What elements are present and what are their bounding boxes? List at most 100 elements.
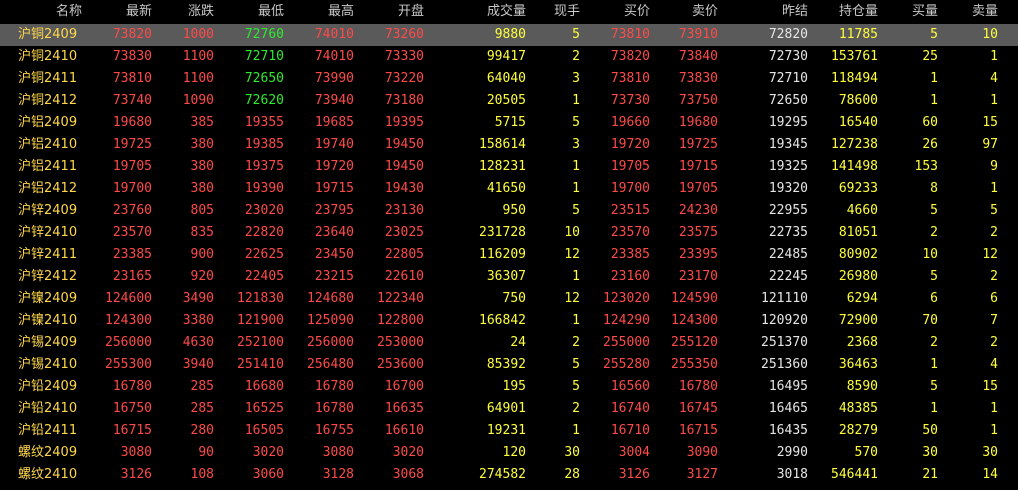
cell-vol: 20505 [486, 93, 526, 108]
cell-chg: 835 [190, 225, 214, 240]
table-row[interactable]: 沪铅2410 16750 285 16525 16780 16635 64901 2 16740… [0, 398, 1018, 420]
cell-bidv: 1 [930, 401, 938, 416]
cell-oi: 4660 [846, 203, 878, 218]
column-header[interactable]: 持仓量 [810, 0, 878, 24]
table-row[interactable]: 沪锌2409 23760 805 23020 23795 23130 950 5 23515 24… [0, 200, 1018, 222]
table-row[interactable]: 沪镍2409 124600 3490 121830 124680 122340 750 12 1… [0, 288, 1018, 310]
cell-last: 16715 [112, 423, 152, 438]
table-row[interactable]: 沪锡2409 256000 4630 252100 256000 253000 24 2 255… [0, 332, 1018, 354]
column-header[interactable]: 最新 [90, 0, 152, 24]
cell-name: 沪铜2411 [18, 71, 78, 86]
cell-name: 沪镍2410 [18, 313, 78, 328]
table-row[interactable]: 沪铜2410 73830 1100 72710 74010 73330 99417 2 7382… [0, 46, 1018, 68]
cell-bidv: 5 [930, 203, 938, 218]
cell-askv: 97 [982, 137, 998, 152]
cell-bidv: 1 [930, 71, 938, 86]
cell-askv: 30 [982, 445, 998, 460]
cell-bidv: 5 [930, 269, 938, 284]
cell-oi: 118494 [831, 71, 878, 86]
cell-name: 螺纹2409 [18, 445, 78, 460]
column-header[interactable]: 最低 [216, 0, 284, 24]
cell-name: 沪锡2410 [18, 357, 78, 372]
cell-ask: 24230 [678, 203, 718, 218]
column-header[interactable]: 昨结 [720, 0, 808, 24]
cell-vol: 24 [510, 335, 526, 350]
cell-ask: 255350 [671, 357, 718, 372]
cell-oi: 8590 [846, 379, 878, 394]
cell-oi: 141498 [831, 159, 878, 174]
cell-prev: 3018 [776, 467, 808, 482]
column-header[interactable]: 卖价 [652, 0, 718, 24]
table-row[interactable]: 螺纹2410 3126 108 3060 3128 3068 274582 28 3126 312… [0, 464, 1018, 486]
cell-askv: 1 [990, 93, 998, 108]
cell-high: 73940 [314, 93, 354, 108]
cell-oi: 570 [854, 445, 878, 460]
cell-cur: 3 [572, 137, 580, 152]
table-row[interactable]: 沪锌2411 23385 900 22625 23450 22805 116209 12 233… [0, 244, 1018, 266]
column-header[interactable]: 成交量 [426, 0, 526, 24]
cell-chg: 1090 [182, 93, 214, 108]
table-row[interactable]: 沪锌2410 23570 835 22820 23640 23025 231728 10 235… [0, 222, 1018, 244]
cell-cur: 5 [572, 27, 580, 42]
cell-bid: 124290 [603, 313, 650, 328]
table-row[interactable]: 沪铜2411 73810 1100 72650 73990 73220 64040 3 7381… [0, 68, 1018, 90]
column-header[interactable]: 买价 [582, 0, 650, 24]
cell-low: 19390 [244, 181, 284, 196]
cell-bid: 255280 [603, 357, 650, 372]
cell-open: 22610 [384, 269, 424, 284]
cell-low: 19385 [244, 137, 284, 152]
column-header[interactable]: 现手 [528, 0, 580, 24]
cell-name: 沪铝2410 [18, 137, 78, 152]
cell-bidv: 21 [922, 467, 938, 482]
cell-last: 124300 [105, 313, 152, 328]
cell-high: 23215 [314, 269, 354, 284]
table-row[interactable]: 沪铅2411 16715 280 16505 16755 16610 19231 1 16710… [0, 420, 1018, 442]
table-row[interactable]: 沪镍2410 124300 3380 121900 125090 122800 166842… [0, 310, 1018, 332]
table-row[interactable]: 沪铝2411 19705 380 19375 19720 19450 128231 1 1970… [0, 156, 1018, 178]
cell-open: 3020 [392, 445, 424, 460]
column-header[interactable]: 开盘 [356, 0, 424, 24]
cell-bidv: 2 [930, 335, 938, 350]
table-row[interactable]: 沪铜2412 73740 1090 72620 73940 73180 20505 1 7373… [0, 90, 1018, 112]
cell-high: 23450 [314, 247, 354, 262]
table-header: 名称 最新 涨跌 最低 最高 开盘 成交量 现手 买价 卖价 昨结 持仓量 买量 卖量 [0, 0, 1018, 24]
column-header[interactable]: 最高 [286, 0, 354, 24]
cell-cur: 3 [572, 71, 580, 86]
table-row[interactable]: 沪铜2409 73820 1000 72760 74010 73260 9880 5 73810… [0, 24, 1018, 46]
table-row[interactable]: 沪铝2410 19725 380 19385 19740 19450 158614 3 1972… [0, 134, 1018, 156]
table-row[interactable]: 螺纹2409 3080 90 3020 3080 3020 120 30 3004 3090 299… [0, 442, 1018, 464]
table-row[interactable]: 沪铅2409 16780 285 16680 16780 16700 195 5 16560 16… [0, 376, 1018, 398]
column-header[interactable]: 买量 [880, 0, 938, 24]
cell-bid: 73810 [610, 27, 650, 42]
cell-chg: 285 [190, 379, 214, 394]
column-header[interactable]: 涨跌 [154, 0, 214, 24]
cell-prev: 22485 [768, 247, 808, 262]
cell-prev: 72650 [768, 93, 808, 108]
column-header[interactable]: 卖量 [940, 0, 998, 24]
cell-oi: 80902 [838, 247, 878, 262]
cell-vol: 85392 [486, 357, 526, 372]
cell-low: 72710 [244, 49, 284, 64]
cell-chg: 805 [190, 203, 214, 218]
cell-low: 22625 [244, 247, 284, 262]
cell-cur: 5 [572, 115, 580, 130]
cell-last: 19700 [112, 181, 152, 196]
column-header[interactable]: 名称 [0, 0, 86, 24]
cell-open: 73220 [384, 71, 424, 86]
cell-askv: 14 [982, 467, 998, 482]
cell-cur: 1 [572, 159, 580, 174]
cell-ask: 23170 [678, 269, 718, 284]
table-row[interactable]: 沪铝2409 19680 385 19355 19685 19395 5715 5 19660 1… [0, 112, 1018, 134]
cell-low: 16525 [244, 401, 284, 416]
table-row[interactable]: 沪锡2410 255300 3940 251410 256480 253600 85392 5… [0, 354, 1018, 376]
cell-chg: 285 [190, 401, 214, 416]
cell-ask: 124300 [671, 313, 718, 328]
cell-vol: 274582 [479, 467, 526, 482]
table-row[interactable]: 沪铝2412 19700 380 19390 19715 19430 41650 1 19700… [0, 178, 1018, 200]
cell-vol: 64040 [486, 71, 526, 86]
table-row[interactable]: 沪锌2412 23165 920 22405 23215 22610 36307 1 23160… [0, 266, 1018, 288]
cell-cur: 2 [572, 401, 580, 416]
cell-open: 73260 [384, 27, 424, 42]
cell-bidv: 70 [922, 313, 938, 328]
cell-open: 73180 [384, 93, 424, 108]
